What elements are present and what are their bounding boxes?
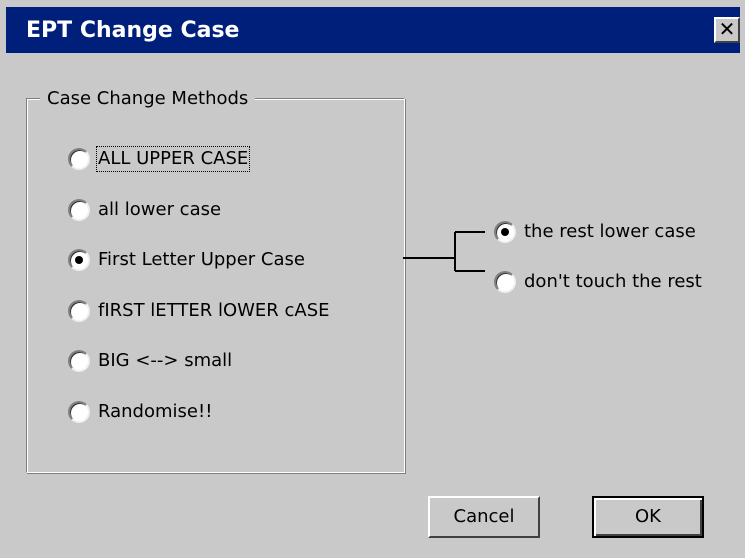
radio-label: Randomise!!: [98, 401, 213, 422]
change-case-dialog: EPT Change Case ✕ Case Change Methods AL…: [0, 0, 745, 558]
cancel-button[interactable]: Cancel: [428, 496, 540, 538]
radio-label: First Letter Upper Case: [98, 249, 305, 270]
radio-first-letter-lower-case[interactable]: fIRST lETTER lOWER cASE: [68, 297, 330, 325]
ok-button[interactable]: OK: [592, 496, 704, 538]
close-button[interactable]: ✕: [714, 17, 740, 43]
case-methods-group-label: Case Change Methods: [40, 88, 256, 110]
radio-all-upper-case[interactable]: ALL UPPER CASE: [68, 145, 251, 173]
radio-randomise[interactable]: Randomise!!: [68, 398, 212, 426]
radio-dont-touch-rest[interactable]: don't touch the rest: [494, 268, 702, 296]
radio-button[interactable]: [68, 148, 90, 170]
close-icon: ✕: [718, 17, 736, 41]
radio-label: the rest lower case: [524, 221, 696, 242]
radio-button[interactable]: [494, 221, 516, 243]
cancel-button-label: Cancel: [453, 506, 515, 527]
radio-rest-lower-case[interactable]: the rest lower case: [494, 218, 696, 246]
window-title: EPT Change Case: [26, 18, 240, 43]
radio-label: fIRST lETTER lOWER cASE: [98, 300, 330, 321]
radio-label: BIG <--> small: [98, 350, 233, 371]
radio-button[interactable]: [68, 249, 90, 271]
radio-label: all lower case: [98, 199, 222, 220]
title-bar[interactable]: EPT Change Case ✕: [6, 7, 740, 53]
radio-button[interactable]: [68, 199, 90, 221]
radio-first-letter-upper-case[interactable]: First Letter Upper Case: [68, 246, 305, 274]
radio-button[interactable]: [494, 271, 516, 293]
radio-button[interactable]: [68, 300, 90, 322]
radio-button[interactable]: [68, 401, 90, 423]
ok-button-label: OK: [635, 506, 661, 527]
radio-all-lower-case[interactable]: all lower case: [68, 196, 221, 224]
radio-label: ALL UPPER CASE: [95, 146, 251, 172]
radio-big-small-toggle[interactable]: BIG <--> small: [68, 347, 232, 375]
radio-label: don't touch the rest: [524, 271, 702, 292]
suboption-connector: [403, 231, 485, 272]
radio-button[interactable]: [68, 350, 90, 372]
